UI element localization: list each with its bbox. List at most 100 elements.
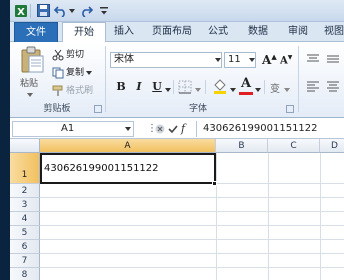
row-header-1[interactable]: 1	[10, 153, 40, 184]
title-bar: X	[10, 0, 344, 22]
row-header-6[interactable]: 6	[10, 240, 40, 254]
font-color-button[interactable]: A	[239, 76, 253, 96]
worksheet-grid[interactable]: A B C D 1 2 3 4 5 6 7 8 4306261990011511…	[10, 139, 344, 280]
excel-app-icon[interactable]: X	[13, 3, 29, 18]
name-box-value: A1	[61, 123, 75, 134]
font-group-label: 字体	[188, 104, 207, 114]
save-icon[interactable]	[35, 3, 51, 18]
shrink-arrow-icon: ▼	[287, 54, 293, 61]
underline-dropdown-icon[interactable]	[165, 85, 171, 95]
align-left-icon[interactable]	[306, 80, 320, 95]
align-top-icon[interactable]	[306, 53, 320, 68]
scissors-icon	[52, 49, 64, 61]
name-box[interactable]: A1	[12, 121, 134, 137]
customize-icon[interactable]	[96, 3, 112, 18]
font-color-swatch	[239, 92, 253, 95]
tab-home[interactable]: 开始	[62, 22, 106, 43]
borders-button[interactable]	[178, 80, 192, 97]
tab-file[interactable]: 文件	[14, 22, 58, 42]
format-divider	[205, 80, 206, 94]
gridline	[40, 211, 344, 212]
gridline	[40, 253, 344, 254]
font-name-dropdown-icon	[215, 58, 221, 62]
undo-dropdown-icon[interactable]	[68, 3, 76, 18]
window-frame: X 文件 开始 插入 页面布局 公式 数据 审阅 视图 粘贴 剪切 复制 格式刷…	[0, 0, 344, 280]
undo-icon[interactable]	[53, 3, 69, 18]
row-header-4[interactable]: 4	[10, 212, 40, 226]
row-header-2[interactable]: 2	[10, 184, 40, 198]
svg-text:X: X	[17, 7, 25, 18]
confirm-entry-icon[interactable]	[168, 121, 178, 137]
gridline	[40, 239, 344, 240]
copy-button[interactable]: 复制	[52, 66, 93, 80]
fill-bucket-icon	[214, 79, 226, 94]
format-painter-button[interactable]: 格式刷	[52, 84, 93, 98]
font-color-label: A	[240, 76, 252, 91]
clipboard-launcher-icon[interactable]	[94, 105, 102, 113]
formula-input[interactable]: 430626199001151122	[196, 121, 344, 137]
paste-button[interactable]: 粘贴	[14, 44, 50, 100]
ribbon-home: 粘贴 剪切 复制 格式刷 剪贴板 宋体 11 A▲ A▼ B I U A 变 字…	[10, 42, 344, 118]
align-center-icon[interactable]	[326, 80, 340, 95]
select-all-corner[interactable]	[10, 139, 40, 153]
column-header-d[interactable]: D	[320, 139, 344, 153]
font-name-value: 宋体	[114, 54, 134, 65]
shrink-font-button[interactable]: A▼	[280, 54, 292, 66]
row-header-8[interactable]: 8	[10, 268, 40, 280]
redo-icon[interactable]	[78, 3, 94, 18]
row-header-3[interactable]: 3	[10, 198, 40, 212]
group-divider	[298, 46, 299, 112]
name-box-dropdown-icon	[125, 127, 131, 131]
align-middle-icon[interactable]	[326, 53, 340, 68]
font-size-value: 11	[228, 54, 241, 65]
copy-dropdown-icon	[86, 71, 93, 75]
bold-button[interactable]: B	[114, 79, 128, 95]
copy-icon	[52, 67, 64, 79]
italic-button[interactable]: I	[132, 79, 146, 95]
column-header-c[interactable]: C	[268, 139, 320, 153]
fill-color-button[interactable]	[212, 78, 228, 97]
tab-formulas[interactable]: 公式	[200, 22, 236, 42]
gridline	[216, 153, 217, 280]
brush-icon	[52, 85, 63, 96]
grow-font-button[interactable]: A▲	[262, 52, 277, 67]
format-divider	[173, 80, 174, 94]
toolbar-divider	[30, 4, 31, 18]
fill-color-dropdown-icon[interactable]	[230, 85, 236, 95]
font-size-box[interactable]: 11	[224, 52, 256, 68]
underline-button[interactable]: U	[150, 79, 164, 95]
tab-page-layout[interactable]: 页面布局	[144, 22, 200, 42]
phonetic-button[interactable]: 变	[270, 80, 280, 95]
tab-view[interactable]: 视图	[316, 22, 344, 42]
gridline	[40, 267, 344, 268]
phonetic-dropdown-icon[interactable]	[284, 85, 290, 95]
font-launcher-icon[interactable]	[286, 105, 294, 113]
cancel-entry-icon[interactable]	[155, 121, 165, 137]
gridline	[268, 153, 269, 280]
format-divider	[264, 80, 265, 94]
cut-button[interactable]: 剪切	[52, 48, 84, 62]
borders-icon	[178, 80, 192, 94]
row-header-5[interactable]: 5	[10, 226, 40, 240]
tab-review[interactable]: 审阅	[278, 22, 318, 42]
grow-font-label: A	[262, 53, 272, 67]
tab-data[interactable]: 数据	[238, 22, 278, 42]
font-color-dropdown-icon[interactable]	[255, 85, 261, 95]
insert-function-icon[interactable]: f	[181, 121, 185, 137]
paste-icon	[21, 46, 44, 73]
borders-dropdown-icon[interactable]	[195, 85, 201, 95]
row-header-7[interactable]: 7	[10, 254, 40, 268]
gridline	[320, 153, 321, 280]
group-divider	[105, 46, 106, 112]
clipboard-group-label: 剪贴板	[43, 104, 71, 114]
excel-window: X 文件 开始 插入 页面布局 公式 数据 审阅 视图 粘贴 剪切 复制 格式刷…	[10, 0, 344, 280]
gridline	[40, 197, 344, 198]
font-name-box[interactable]: 宋体	[110, 52, 222, 68]
column-header-a[interactable]: A	[40, 139, 216, 153]
phonetic-label: 变	[270, 84, 280, 95]
cell-a1[interactable]: 430626199001151122	[40, 153, 216, 184]
fill-handle[interactable]	[212, 181, 217, 186]
column-header-b[interactable]: B	[216, 139, 268, 153]
tab-insert[interactable]: 插入	[106, 22, 142, 42]
font-size-dropdown-icon	[249, 58, 255, 62]
